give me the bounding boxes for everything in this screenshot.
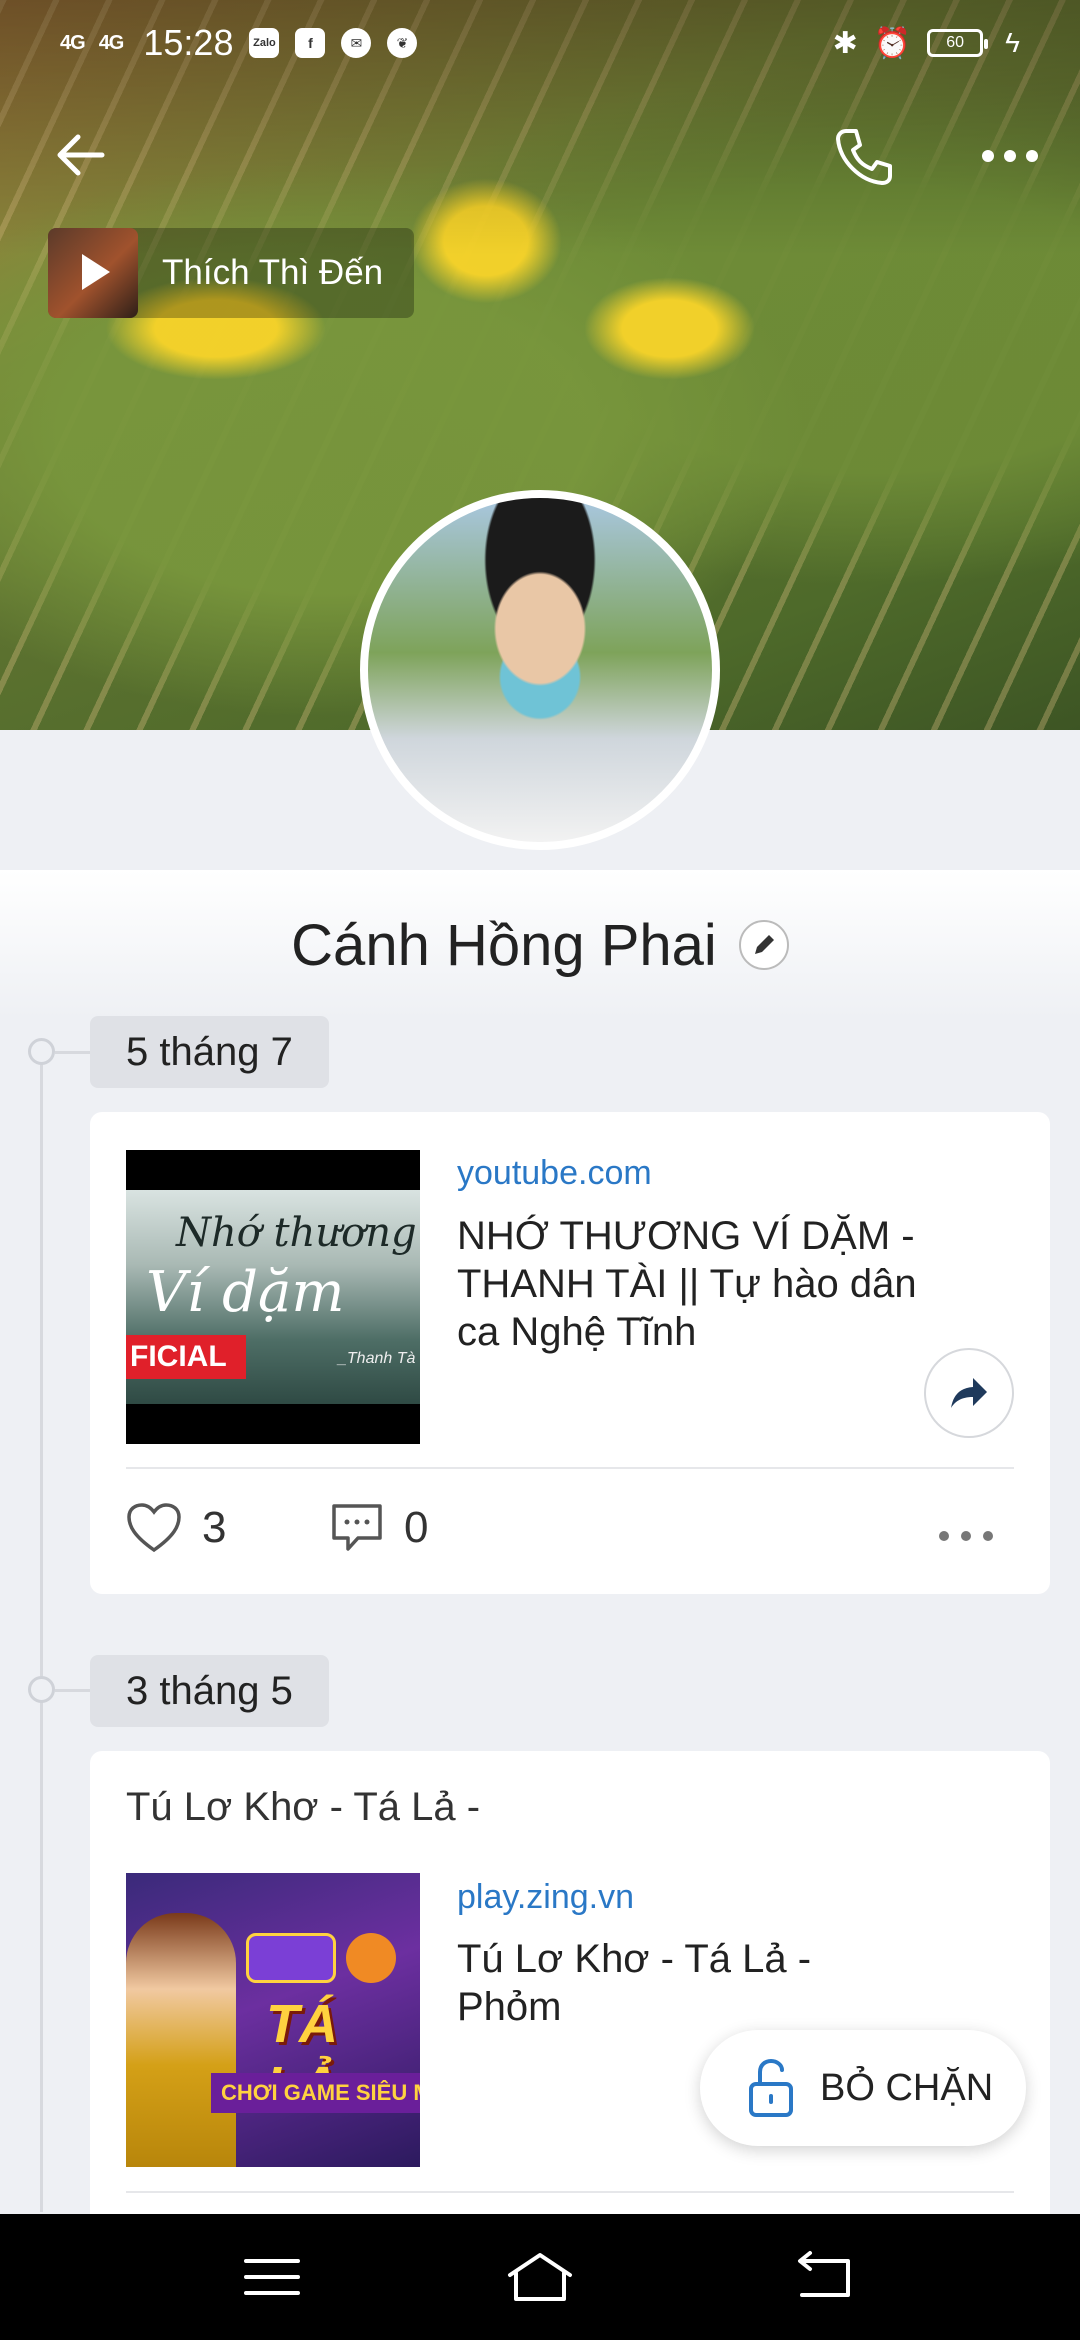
music-title: Thích Thì Đến xyxy=(162,253,384,292)
nav-home-button[interactable] xyxy=(500,2247,580,2307)
leaf-icon: ❦ xyxy=(387,28,418,58)
signal-1: 4G xyxy=(60,31,86,54)
link-domain[interactable]: youtube.com xyxy=(457,1154,652,1193)
game-logo-icon xyxy=(246,1933,336,1983)
share-button[interactable] xyxy=(924,1348,1014,1438)
comment-button[interactable]: 0 xyxy=(330,1502,428,1554)
profile-name-row: Cánh Hồng Phai xyxy=(0,870,1080,1020)
play-icon xyxy=(82,254,110,290)
date-label: 5 tháng 7 xyxy=(90,1016,329,1088)
battery-icon: 60 xyxy=(927,29,989,57)
timeline-tick xyxy=(55,1051,91,1054)
timeline-tick xyxy=(55,1689,91,1692)
back-icon xyxy=(798,2251,850,2297)
clock: 15:28 xyxy=(143,22,234,63)
zalo-icon: Zalo xyxy=(249,28,280,58)
call-button[interactable] xyxy=(832,125,896,189)
pencil-icon xyxy=(754,935,774,954)
menu-icon xyxy=(244,2259,300,2295)
profile-name: Cánh Hồng Phai xyxy=(291,912,717,978)
thumbnail-banner: CHƠI GAME SIÊU M xyxy=(211,2073,420,2113)
fox-icon xyxy=(346,1933,396,1983)
bluetooth-icon: ✱ xyxy=(832,26,858,60)
heart-icon xyxy=(127,1503,181,1553)
link-domain[interactable]: play.zing.vn xyxy=(457,1878,634,1917)
alarm-icon: ⏰ xyxy=(873,26,912,60)
share-arrow-icon xyxy=(951,1378,987,1408)
nav-back-button[interactable] xyxy=(784,2247,864,2307)
phone-icon xyxy=(836,129,892,185)
signal-2: 4G xyxy=(98,31,125,54)
date-label: 3 tháng 5 xyxy=(90,1655,329,1727)
edit-name-button[interactable] xyxy=(738,920,789,970)
thumbnail-image xyxy=(126,1913,236,2167)
charging-icon: ϟ xyxy=(1005,27,1020,58)
nav-menu-button[interactable] xyxy=(232,2247,312,2307)
status-right: ✱ ⏰ 60 ϟ xyxy=(833,26,1020,61)
timeline-dot xyxy=(28,1676,55,1703)
unlock-icon xyxy=(749,2058,793,2117)
back-button[interactable] xyxy=(50,125,110,185)
feed-card[interactable]: Nhớ thương Ví dặm FICIAL _Thanh Tà youtu… xyxy=(90,1112,1050,1594)
feed-card[interactable]: Tú Lơ Khơ - Tá Lả - TÁ LẢ CHƠI GAME SIÊU… xyxy=(90,1751,1050,2231)
messenger-icon: ✉ xyxy=(341,28,372,58)
profile-avatar[interactable] xyxy=(360,490,720,850)
system-nav-bar xyxy=(0,2214,1080,2340)
ellipsis-icon xyxy=(939,1531,993,1541)
facebook-icon: f xyxy=(295,28,326,58)
like-count: 3 xyxy=(202,1503,227,1552)
comment-icon xyxy=(332,1504,382,1551)
ellipsis-icon xyxy=(982,150,1038,162)
like-button[interactable]: 3 xyxy=(126,1502,226,1554)
timeline-dot xyxy=(28,1038,55,1065)
unblock-button[interactable]: BỎ CHẶN xyxy=(700,2030,1026,2146)
card-divider xyxy=(126,1467,1014,1469)
link-title[interactable]: Tú Lơ Khơ - Tá Lả - Phỏm xyxy=(457,1935,877,2031)
thumbnail-text: Ví dặm xyxy=(146,1260,345,1325)
more-options-button[interactable] xyxy=(978,140,1042,172)
thumbnail-credit: _Thanh Tà xyxy=(338,1350,416,1367)
music-thumbnail xyxy=(48,228,138,318)
profile-music-chip[interactable]: Thích Thì Đến xyxy=(48,228,414,318)
status-bar: 4G 4G 15:28 Zalo f ✉ ❦ ✱ ⏰ 60 ϟ xyxy=(0,0,1080,86)
link-thumbnail[interactable]: TÁ LẢ CHƠI GAME SIÊU M xyxy=(126,1873,420,2167)
link-thumbnail[interactable]: Nhớ thương Ví dặm FICIAL _Thanh Tà xyxy=(126,1150,420,1444)
thumbnail-text: Nhớ thương xyxy=(176,1210,417,1256)
card-divider xyxy=(126,2191,1014,2193)
link-title[interactable]: NHỚ THƯƠNG VÍ DẶM - THANH TÀI || Tự hào … xyxy=(457,1212,927,1356)
home-icon xyxy=(508,2253,572,2301)
unblock-label: BỎ CHẶN xyxy=(820,2066,994,2109)
post-text: Tú Lơ Khơ - Tá Lả - xyxy=(126,1785,481,1829)
thumbnail-ribbon: FICIAL xyxy=(126,1335,246,1379)
comment-count: 0 xyxy=(404,1503,429,1552)
post-more-button[interactable] xyxy=(936,1526,996,1546)
timeline-line xyxy=(40,1052,43,2212)
arrow-left-icon xyxy=(57,134,105,176)
